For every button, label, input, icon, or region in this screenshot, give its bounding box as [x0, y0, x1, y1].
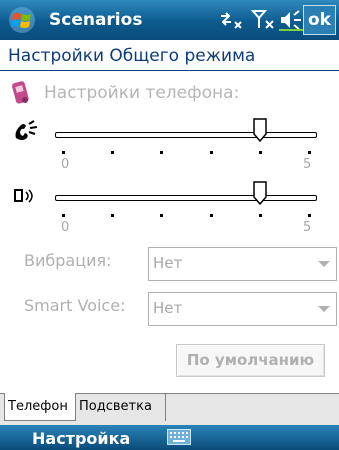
tab-backlight[interactable]: Подсветка [76, 393, 166, 421]
tab-bar: Телефон Подсветка [0, 393, 339, 425]
notification-max-label: 5 [303, 220, 312, 235]
keyboard-icon[interactable] [167, 429, 191, 445]
slider-tick [111, 214, 115, 217]
slider-thumb[interactable] [253, 118, 267, 142]
slider-tick [308, 151, 311, 154]
smart-voice-label: Smart Voice: [24, 296, 126, 315]
title-bar: Scenarios ok [0, 0, 339, 40]
slider-tick [308, 214, 311, 217]
phone-settings-icon [12, 81, 29, 104]
slider-tick [209, 151, 213, 154]
slider-tick [209, 214, 213, 217]
ringer-icon [15, 120, 38, 140]
chevron-down-icon [318, 261, 330, 267]
slider-track [55, 132, 317, 138]
chevron-down-icon [318, 306, 330, 312]
settings-softkey[interactable]: Настройка [32, 429, 130, 448]
windows-logo-icon[interactable] [8, 6, 36, 34]
app-title: Scenarios [49, 10, 143, 30]
page-title: Настройки Общего режима [8, 46, 256, 66]
signal-icon[interactable] [251, 8, 277, 32]
default-button[interactable]: По умолчанию [176, 344, 325, 377]
volume-icon[interactable] [279, 9, 303, 31]
slider-tick [62, 151, 65, 154]
smart-voice-value: Нет [153, 299, 183, 317]
ok-button[interactable]: ok [303, 5, 336, 35]
slider-tick [258, 214, 262, 217]
slider-tick [111, 151, 115, 154]
menu-bar: Настройка [0, 425, 339, 450]
notification-min-label: 0 [61, 220, 70, 235]
phone-settings-label: Настройки телефона: [44, 83, 240, 103]
smart-voice-dropdown[interactable]: Нет [148, 292, 337, 326]
ringer-min-label: 0 [61, 157, 70, 172]
slider-tick [160, 151, 164, 154]
connectivity-icon[interactable] [219, 10, 245, 30]
ringer-max-label: 5 [303, 157, 312, 172]
ringer-volume-slider[interactable] [55, 118, 317, 158]
heading-divider [0, 70, 339, 71]
slider-track [55, 195, 317, 201]
slider-thumb[interactable] [253, 181, 267, 205]
slider-tick [62, 214, 65, 217]
slider-tick [258, 151, 262, 154]
vibration-label: Вибрация: [24, 251, 112, 270]
tab-phone[interactable]: Телефон [4, 393, 76, 421]
notification-speaker-icon [14, 189, 33, 203]
notification-volume-slider[interactable] [55, 181, 317, 221]
vibration-dropdown[interactable]: Нет [148, 247, 337, 281]
vibration-value: Нет [153, 254, 183, 272]
slider-tick [160, 214, 164, 217]
